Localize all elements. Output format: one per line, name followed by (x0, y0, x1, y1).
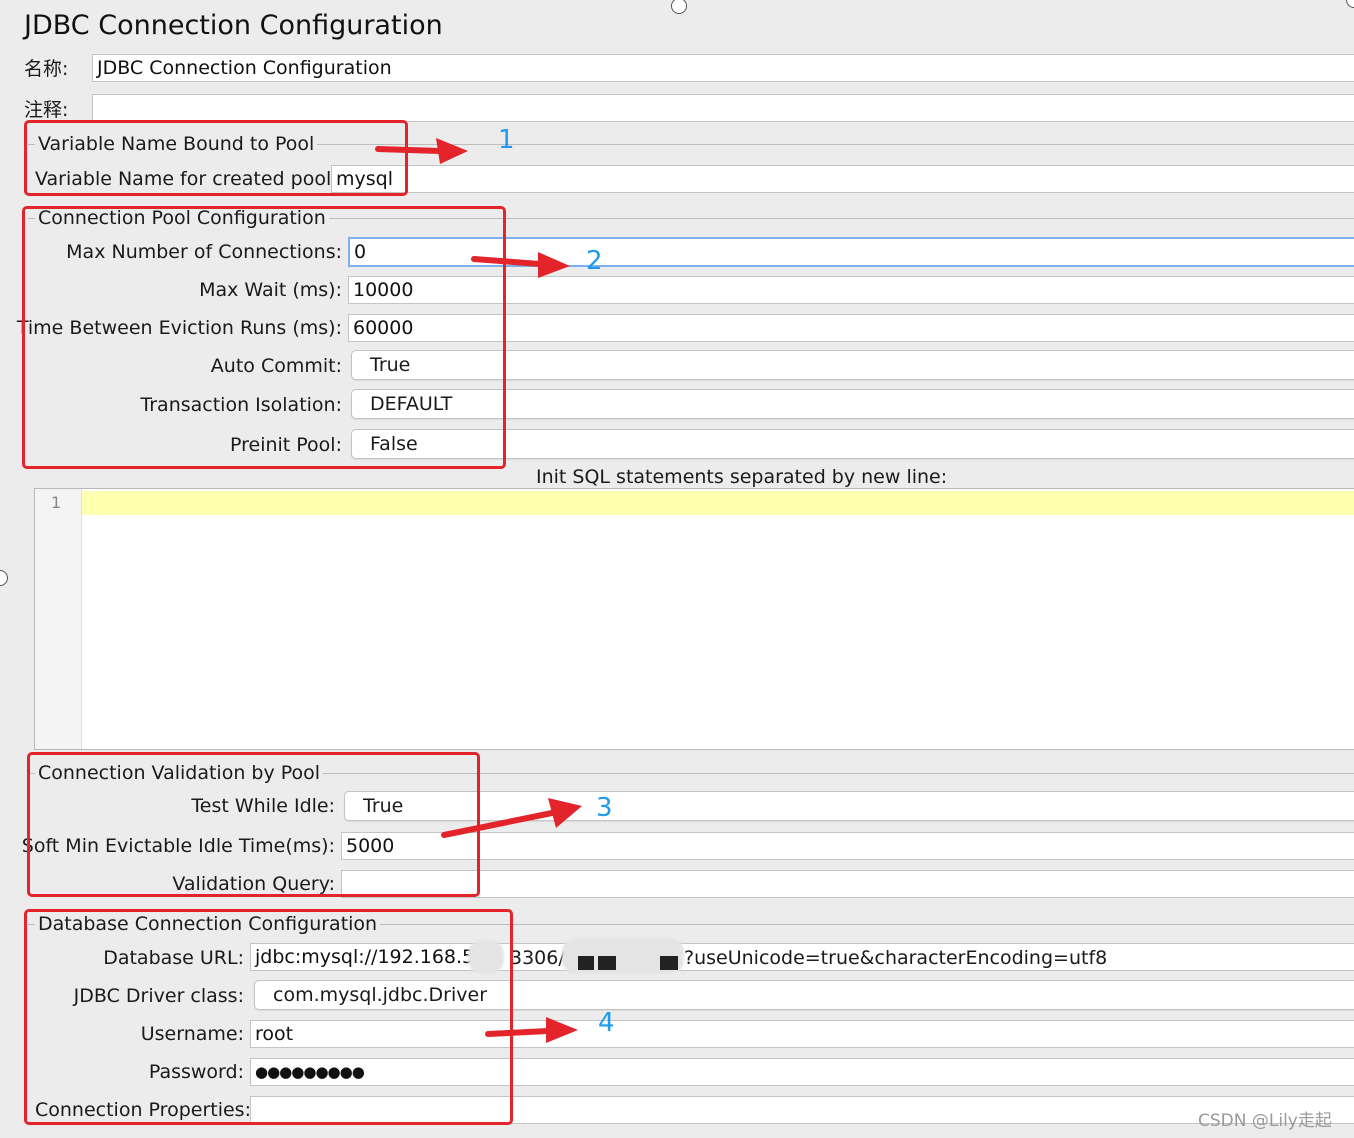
arrow-2-shaft (471, 256, 543, 267)
arrow-2-head (538, 252, 570, 278)
annotation-number-3: 3 (596, 793, 613, 823)
annotation-arrows (375, 138, 582, 1043)
arrow-4-head (546, 1017, 578, 1043)
annotation-number-2: 2 (586, 246, 603, 276)
arrow-3-head (548, 798, 582, 828)
arrow-3-shaft (441, 810, 555, 838)
watermark: CSDN @Lily走起 (1198, 1111, 1332, 1131)
annotation-number-4: 4 (598, 1008, 615, 1038)
arrow-1-shaft (375, 146, 443, 154)
arrow-4-shaft (485, 1028, 551, 1037)
annotation-number-1: 1 (498, 125, 515, 155)
arrow-1-head (436, 138, 468, 164)
